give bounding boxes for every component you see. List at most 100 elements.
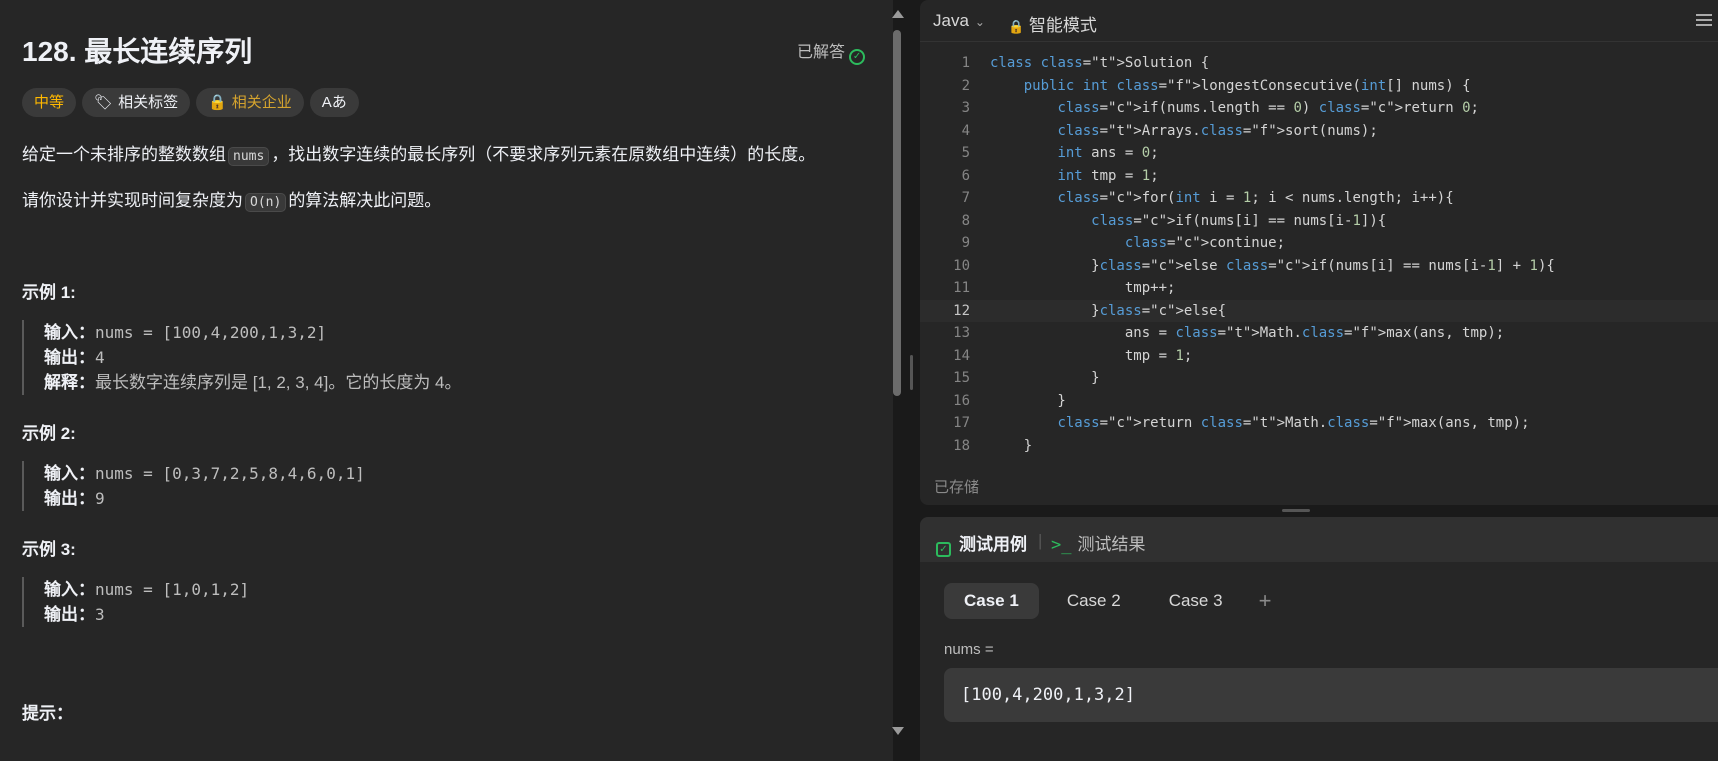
related-companies-label: 相关企业 — [231, 94, 292, 111]
smart-mode-toggle[interactable]: 🔒 智能模式 — [1008, 11, 1097, 36]
resize-grip[interactable] — [910, 355, 913, 390]
description-scrollbar[interactable] — [891, 10, 904, 735]
desc2-text: 请你设计并实现时间复杂度为 — [22, 191, 243, 210]
code-line[interactable]: 14 tmp = 1; — [920, 345, 1718, 368]
translate-button[interactable]: Aあ — [309, 88, 359, 117]
code-text: class class="t">Solution { — [990, 55, 1210, 71]
scroll-down-arrow-icon[interactable] — [892, 727, 904, 735]
editor-toolbar: Java ⌄ 🔒 智能模式 — [920, 0, 1718, 42]
code-line[interactable]: 16 } — [920, 390, 1718, 413]
line-number: 6 — [961, 167, 970, 184]
line-number: 17 — [953, 415, 970, 431]
case-tab-1[interactable]: Case 1 — [944, 583, 1039, 619]
code-line[interactable]: 9 class="c">continue; — [920, 232, 1718, 255]
code-line[interactable]: 5 int ans = 0; — [920, 142, 1718, 165]
code-text: class="c">return class="t">Math.class="f… — [1057, 415, 1530, 431]
code-text: } — [990, 437, 1033, 454]
description-paragraph-1: 给定一个未排序的整数数组 nums ，找出数字连续的最长序列（不要求序列元素在原数组… — [22, 140, 815, 166]
code-line[interactable]: 4 class="t">Arrays.class="f">sort(nums); — [920, 120, 1718, 143]
code-line[interactable]: 1 class class="t">Solution { — [920, 52, 1718, 75]
case-tabs: Case 1 Case 2 Case 3 + — [944, 583, 1279, 619]
example-2-heading: 示例 2: — [22, 424, 76, 443]
hints-heading: 提示： — [22, 704, 73, 723]
code-line[interactable]: 10 }class="c">else class="c">if(nums[i] … — [920, 255, 1718, 278]
code-line[interactable]: 15 } — [920, 367, 1718, 390]
terminal-icon: >_ — [1051, 535, 1072, 555]
problem-panel: 128. 最长连续序列 已解答 ✓ 中等 🏷 相关标签 🔒 相关企业 Aあ 给定一… — [0, 0, 893, 761]
variable-input[interactable]: [100,4,200,1,3,2] — [944, 668, 1718, 722]
code-line[interactable]: 8 class="c">if(nums[i] == nums[i-1]){ — [920, 210, 1718, 233]
line-number: 7 — [961, 190, 970, 206]
menu-icon[interactable] — [1696, 14, 1712, 28]
related-tags-button[interactable]: 🏷 相关标签 — [82, 88, 191, 117]
description-paragraph-2: 请你设计并实现时间复杂度为 O(n) 的算法解决此问题。 — [22, 186, 441, 212]
difficulty-badge[interactable]: 中等 — [22, 88, 77, 117]
example-3-block: 输入：nums = [1,0,1,2] 输出：3 — [22, 577, 249, 627]
inline-code-complexity: O(n) — [245, 193, 287, 212]
scrollbar-thumb[interactable] — [893, 30, 901, 396]
solved-status: 已解答 ✓ — [797, 38, 866, 65]
chevron-down-icon: ⌄ — [974, 15, 985, 29]
example-1-block: 输入：nums = [100,4,200,1,3,2] 输出：4 解释：最长数字… — [22, 320, 462, 395]
scroll-up-arrow-icon[interactable] — [892, 10, 904, 18]
code-line[interactable]: 11 tmp++; — [920, 277, 1718, 300]
language-label: Java — [933, 11, 969, 30]
checkbox-icon: ✓ — [936, 542, 951, 557]
code-area[interactable]: 1 class class="t">Solution { 2 public int … — [920, 52, 1718, 457]
saved-status: 已存储 — [934, 479, 980, 496]
code-text: tmp++; — [990, 280, 1176, 296]
desc1-text-2: ，找出数字连续的最长序列（不要求序列元素在原数组中连续）的长度。 — [271, 145, 816, 164]
line-number: 13 — [953, 325, 970, 341]
add-case-icon[interactable]: + — [1251, 583, 1280, 619]
line-number: 3 — [961, 100, 970, 116]
language-select[interactable]: Java ⌄ — [933, 11, 985, 31]
code-line[interactable]: 17 class="c">return class="t">Math.class… — [920, 412, 1718, 435]
output-label: 输出： — [44, 348, 95, 367]
problem-title: 128. 最长连续序列 — [22, 36, 253, 67]
line-number: 1 — [961, 55, 970, 71]
code-text: class="t">Arrays.class="f">sort(nums); — [1057, 122, 1378, 139]
example-output: 4 — [95, 348, 105, 367]
example-2-block: 输入：nums = [0,3,7,2,5,8,4,6,0,1] 输出：9 — [22, 461, 365, 511]
variable-label: nums = — [944, 641, 994, 658]
line-number: 15 — [953, 370, 970, 386]
panel-resize-handle[interactable] — [904, 0, 920, 761]
code-line[interactable]: 12 }class="c">else{ — [920, 299, 1718, 322]
input-label: 输入： — [44, 464, 95, 483]
code-text: int ans = 0; — [1057, 145, 1159, 161]
tab-test-results[interactable]: >_ 测试结果 — [1051, 530, 1145, 555]
code-line[interactable]: 3 class="c">if(nums.length == 0) class="… — [920, 97, 1718, 120]
code-line[interactable]: 18 } — [920, 435, 1718, 458]
code-text: class="c">if(nums[i] == nums[i-1]){ — [1091, 212, 1387, 229]
code-line[interactable]: 7 class="c">for(int i = 1; i < nums.leng… — [920, 187, 1718, 210]
example-input: nums = [100,4,200,1,3,2] — [95, 323, 327, 342]
example-output: 9 — [95, 489, 105, 508]
example-1-heading: 示例 1: — [22, 283, 76, 302]
tag-bar: 中等 🏷 相关标签 🔒 相关企业 Aあ — [22, 88, 359, 117]
output-label: 输出： — [44, 605, 95, 624]
code-text: class="c">for(int i = 1; i < nums.length… — [1057, 190, 1454, 206]
tab-test-cases-label: 测试用例 — [959, 535, 1027, 554]
code-line[interactable]: 13 ans = class="t">Math.class="f">max(an… — [920, 322, 1718, 345]
lock-icon: 🔒 — [208, 94, 227, 111]
code-text: int tmp = 1; — [1057, 167, 1159, 184]
line-number: 16 — [953, 392, 970, 409]
case-tab-2[interactable]: Case 2 — [1047, 583, 1141, 619]
tab-separator: | — [1038, 531, 1043, 550]
tab-test-cases[interactable]: ✓ 测试用例 — [936, 530, 1027, 557]
code-line[interactable]: 6 int tmp = 1; — [920, 165, 1718, 188]
test-panel-header: ✓ 测试用例 | >_ 测试结果 — [920, 517, 1718, 562]
related-tags-label: 相关标签 — [118, 94, 179, 111]
line-number: 5 — [961, 145, 970, 161]
code-text: }class="c">else{ — [990, 302, 1227, 319]
code-text: ans = class="t">Math.class="f">max(ans, … — [990, 325, 1505, 341]
related-companies-button[interactable]: 🔒 相关企业 — [196, 88, 304, 117]
example-input: nums = [1,0,1,2] — [95, 580, 250, 599]
inline-code-nums: nums — [228, 147, 270, 166]
solved-label: 已解答 — [797, 44, 846, 61]
explain-label: 解释： — [44, 373, 95, 392]
vertical-resize-handle[interactable] — [920, 505, 1718, 517]
code-line[interactable]: 2 public int class="f">longestConsecutiv… — [920, 75, 1718, 98]
case-tab-3[interactable]: Case 3 — [1149, 583, 1243, 619]
check-circle-icon: ✓ — [849, 49, 866, 65]
